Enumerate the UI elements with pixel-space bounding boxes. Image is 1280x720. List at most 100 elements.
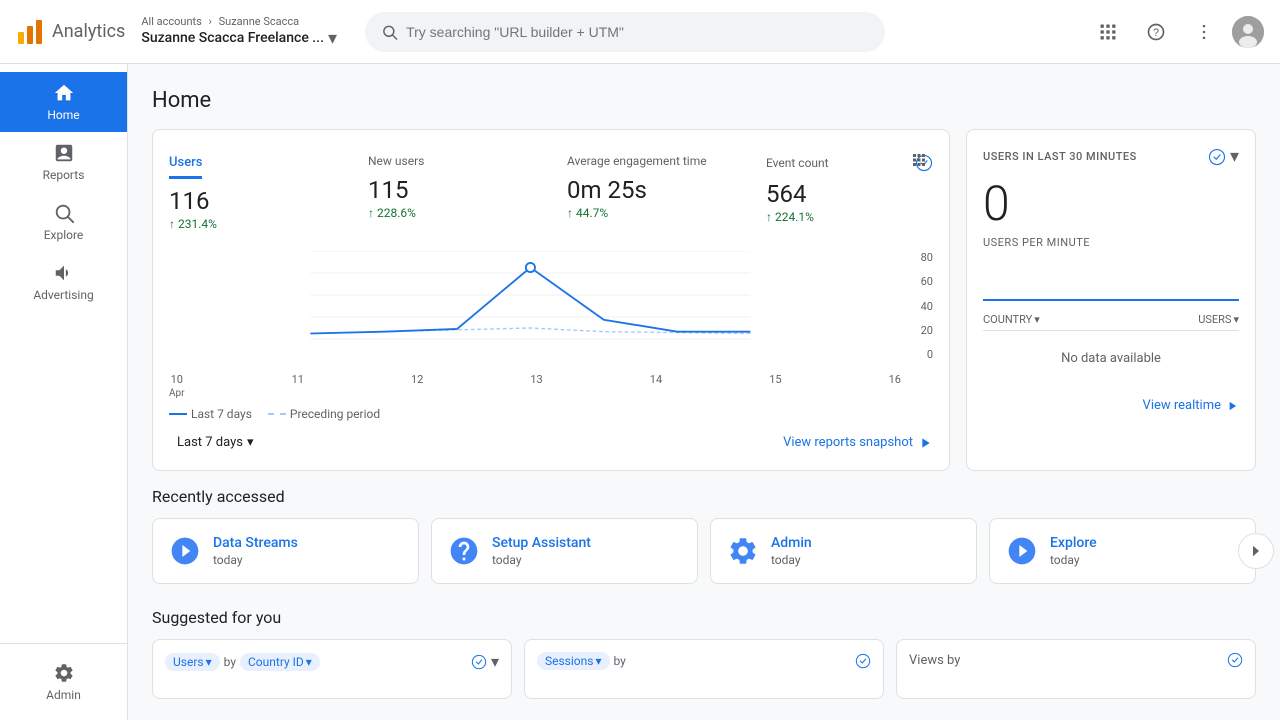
metric-users: Users 116 231.4% [169, 154, 336, 231]
breadcrumb: All accounts › Suzanne Scacca [141, 15, 337, 28]
chart-x-labels: 10Apr 11 12 13 14 15 16 [169, 373, 933, 399]
chart-footer: Last 7 days ▾ View reports snapshot [169, 431, 933, 454]
sidebar-item-explore[interactable]: Explore [0, 192, 127, 252]
breadcrumb-all: All accounts [141, 15, 201, 28]
access-card-admin-time: today [771, 553, 960, 567]
apps-button[interactable] [1088, 12, 1128, 52]
realtime-mini-chart [983, 261, 1239, 301]
cards-nav-next[interactable] [1238, 533, 1274, 569]
suggested-users-more-icon[interactable]: ▾ [491, 652, 499, 671]
access-card-explore[interactable]: Explore today [989, 518, 1256, 584]
stats-wrapper: Users 116 231.4% New users 115 228.6% Av… [152, 129, 1256, 471]
chart-area: 80 60 40 20 0 [169, 251, 933, 371]
sidebar-item-reports[interactable]: Reports [0, 132, 127, 192]
y-label-20: 20 [905, 324, 933, 337]
access-card-setup-assistant-time: today [492, 553, 681, 567]
metric-engagement-value: 0m 25s [567, 176, 734, 204]
account-selector[interactable]: All accounts › Suzanne Scacca Suzanne Sc… [141, 15, 337, 49]
access-card-explore-name: Explore [1050, 535, 1239, 551]
suggested-views-check-icon[interactable] [1227, 652, 1243, 668]
analytics-label: Analytics [52, 21, 125, 42]
suggested-title: Suggested for you [152, 608, 1256, 627]
expand-button[interactable] [905, 146, 933, 174]
chevron-down-icon[interactable]: ▾ [328, 28, 337, 49]
suggested-card-views[interactable]: Views by [896, 639, 1256, 699]
x-label-16: 16 [889, 373, 901, 399]
access-card-data-streams[interactable]: Data Streams today [152, 518, 419, 584]
country-chip[interactable]: Country ID ▾ [240, 653, 320, 671]
more-button[interactable] [1184, 12, 1224, 52]
users-filter[interactable]: USERS ▾ [1198, 313, 1239, 326]
avatar[interactable] [1232, 16, 1264, 48]
sidebar-item-home[interactable]: Home [0, 72, 127, 132]
search-input[interactable] [406, 24, 869, 40]
realtime-controls: ▾ [1208, 146, 1239, 167]
search-icon [381, 23, 398, 41]
reports-icon [53, 142, 75, 164]
sidebar-label-advertising: Advertising [33, 288, 93, 302]
country-filter[interactable]: COUNTRY ▾ [983, 313, 1040, 326]
breadcrumb-account: Suzanne Scacca [219, 15, 300, 28]
views-by-label: Views by [909, 653, 960, 668]
period-selector[interactable]: Last 7 days ▾ [169, 431, 262, 454]
realtime-dropdown-arrow[interactable]: ▾ [1230, 146, 1239, 167]
access-card-explore-info: Explore today [1050, 535, 1239, 567]
y-label-60: 60 [905, 275, 933, 288]
metric-new-users-value: 115 [368, 176, 535, 204]
realtime-sub-label: USERS PER MINUTE [983, 236, 1239, 249]
access-card-setup-assistant[interactable]: Setup Assistant today [431, 518, 698, 584]
metric-new-users: New users 115 228.6% [368, 154, 535, 231]
suggested-views-filters: Views by [909, 653, 960, 668]
explore-icon [53, 202, 75, 224]
users-chip-arrow: ▾ [206, 655, 212, 669]
access-card-data-streams-time: today [213, 553, 402, 567]
logo-area: Analytics [16, 18, 125, 46]
x-label-15: 15 [769, 373, 781, 399]
suggested-cards: Users ▾ by Country ID ▾ [152, 639, 1256, 699]
users-chip[interactable]: Users ▾ [165, 653, 220, 671]
topbar: Analytics All accounts › Suzanne Scacca … [0, 0, 1280, 64]
realtime-arrow-icon [1225, 399, 1239, 413]
sessions-chip[interactable]: Sessions ▾ [537, 652, 610, 670]
analytics-logo-icon [16, 18, 44, 46]
view-realtime-link[interactable]: View realtime [1143, 398, 1239, 413]
search-bar[interactable] [365, 12, 885, 52]
app-layout: Home Reports Explore Advertising [0, 64, 1280, 720]
sidebar-label-home: Home [47, 108, 79, 122]
svg-text:?: ? [1153, 27, 1159, 39]
users-filter-label: USERS [1198, 313, 1231, 326]
sidebar-item-advertising[interactable]: Advertising [0, 252, 127, 312]
legend-last7: Last 7 days [169, 407, 252, 421]
realtime-check-icon[interactable] [1208, 148, 1226, 166]
suggested-sessions-filters: Sessions ▾ by [537, 652, 626, 670]
suggested-sessions-check-icon[interactable] [855, 653, 871, 669]
suggested-card-sessions[interactable]: Sessions ▾ by [524, 639, 884, 699]
suggested-users-check-icon[interactable] [471, 654, 487, 670]
stat-metrics: Users 116 231.4% New users 115 228.6% Av… [169, 146, 933, 239]
chart-y-labels: 80 60 40 20 0 [905, 251, 933, 361]
access-card-data-streams-name: Data Streams [213, 535, 402, 551]
view-snapshot-link[interactable]: View reports snapshot [783, 435, 933, 451]
line-chart [169, 251, 901, 361]
access-card-setup-assistant-info: Setup Assistant today [492, 535, 681, 567]
access-card-admin[interactable]: Admin today [710, 518, 977, 584]
suggested-card-users[interactable]: Users ▾ by Country ID ▾ [152, 639, 512, 699]
main-content: Home Users 116 231.4% [128, 64, 1280, 720]
sessions-chip-label: Sessions [545, 654, 593, 668]
recently-accessed-cards: Data Streams today Setup Assistant today [152, 518, 1256, 584]
account-name-row[interactable]: Suzanne Scacca Freelance ... ▾ [141, 28, 337, 49]
breadcrumb-sep: › [209, 15, 212, 28]
metric-event-count-value: 564 [766, 180, 933, 208]
sidebar-admin-area: Admin [0, 643, 127, 712]
help-button[interactable]: ? [1136, 12, 1176, 52]
x-label-10: 10Apr [169, 373, 185, 399]
sidebar-item-admin[interactable]: Admin [0, 652, 127, 712]
setup-assistant-icon [448, 535, 480, 567]
realtime-card: USERS IN LAST 30 MINUTES ▾ 0 USERS PER M… [966, 129, 1256, 471]
country-chip-arrow: ▾ [306, 655, 312, 669]
data-streams-icon [169, 535, 201, 567]
metric-new-users-label: New users [368, 154, 535, 168]
sessions-chip-arrow: ▾ [595, 654, 601, 668]
realtime-table-header: COUNTRY ▾ USERS ▾ [983, 313, 1239, 331]
x-label-12: 12 [411, 373, 423, 399]
